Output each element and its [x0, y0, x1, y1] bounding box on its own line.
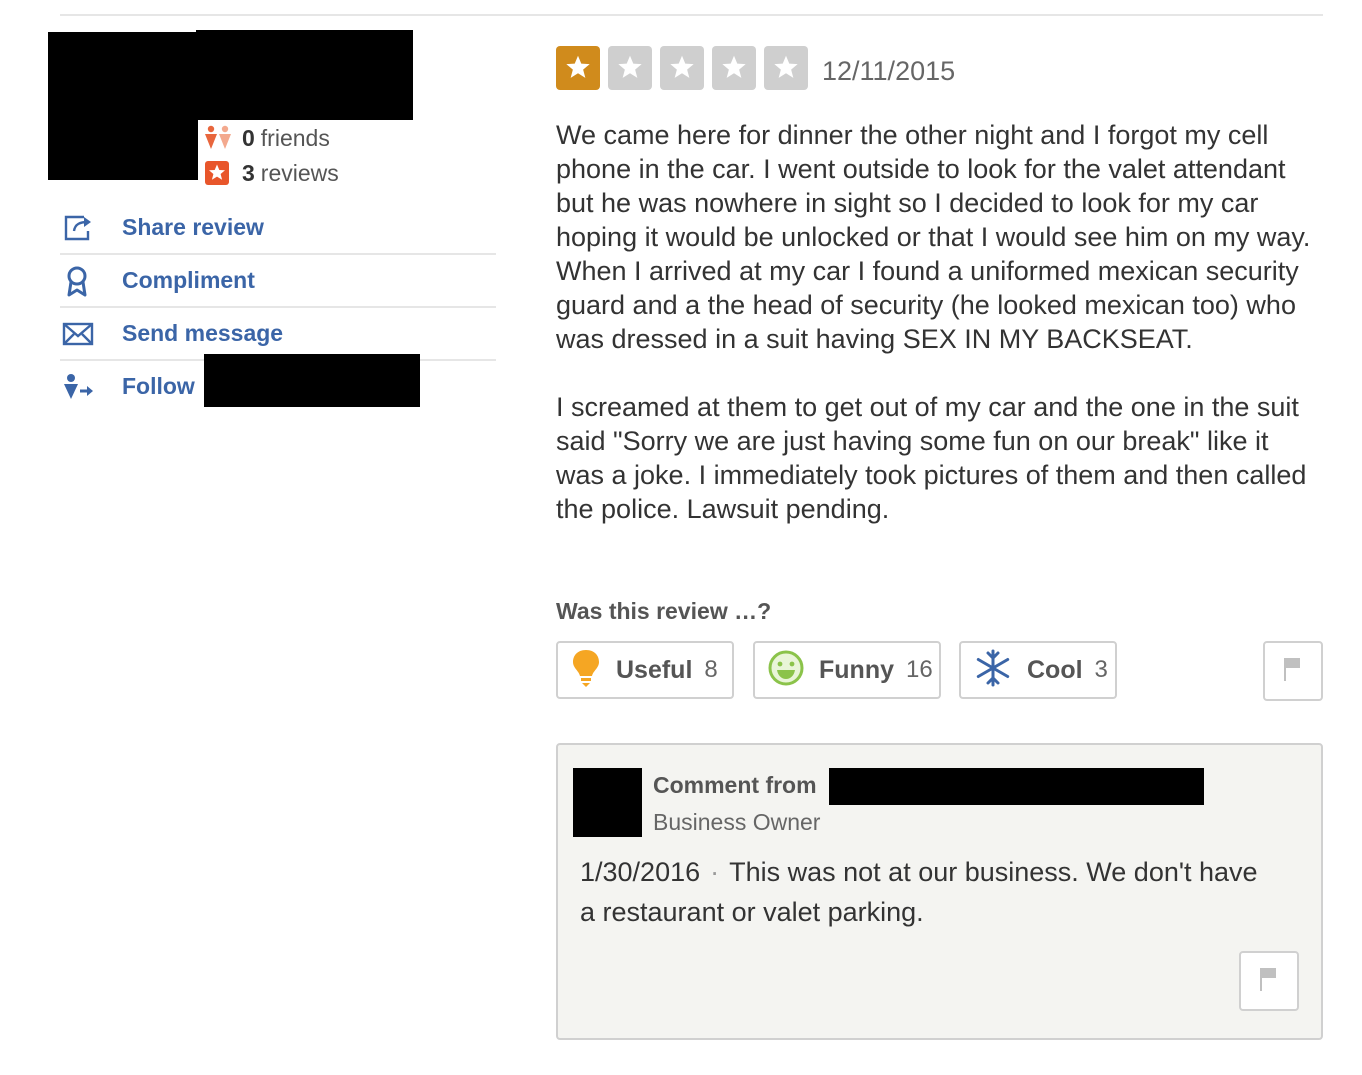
snowflake-icon — [973, 648, 1013, 693]
cool-label: Cool — [1027, 655, 1083, 684]
redacted-avatar — [48, 32, 198, 180]
cool-button[interactable]: Cool 3 — [959, 641, 1117, 699]
comment-text-block: 1/30/2016 · This was not at our business. … — [580, 852, 1280, 932]
star-rating — [556, 46, 808, 90]
flag-review-button[interactable] — [1263, 641, 1323, 701]
review-paragraph: I screamed at them to get out of my car … — [556, 392, 1307, 524]
useful-label: Useful — [616, 655, 693, 684]
review-date: 12/11/2015 — [822, 56, 956, 86]
comment-from-label: Comment from — [653, 772, 817, 798]
compliment-label[interactable]: Compliment — [122, 267, 255, 294]
useful-count: 8 — [704, 656, 718, 683]
review-star-icon — [204, 159, 234, 187]
follow-user-icon — [60, 373, 122, 401]
lightbulb-icon — [570, 648, 602, 693]
friends-label: friends — [260, 124, 330, 151]
redacted-follow-name — [204, 354, 420, 407]
useful-button[interactable]: Useful 8 — [556, 641, 734, 699]
star-filled-icon — [556, 46, 600, 90]
flag-comment-button[interactable] — [1239, 951, 1299, 1011]
redacted-business-name — [829, 768, 1204, 805]
share-review-label[interactable]: Share review — [122, 214, 264, 241]
flag-icon — [1281, 655, 1305, 688]
award-icon — [60, 265, 122, 297]
redacted-username — [196, 30, 413, 120]
reviews-stat: 3 reviews — [204, 159, 339, 187]
reviews-count: 3 — [242, 159, 255, 186]
star-empty-icon — [712, 46, 756, 90]
funny-label: Funny — [819, 655, 894, 684]
envelope-icon — [60, 322, 122, 346]
vote-prompt: Was this review …? — [556, 598, 772, 624]
top-divider — [60, 14, 1323, 16]
funny-button[interactable]: Funny 16 — [753, 641, 941, 699]
flag-icon — [1257, 965, 1281, 998]
friends-count: 0 — [242, 124, 255, 151]
cool-count: 3 — [1094, 656, 1108, 683]
redacted-owner-avatar — [573, 768, 642, 837]
friends-stat: 0 friends — [204, 124, 330, 152]
review-text: We came here for dinner the other night … — [556, 118, 1316, 560]
comment-date: 1/30/2016 — [580, 857, 701, 887]
comment-role: Business Owner — [653, 809, 821, 835]
share-review-action[interactable]: Share review — [60, 202, 496, 255]
follow-label[interactable]: Follow — [122, 373, 195, 400]
smiley-icon — [767, 649, 805, 692]
star-empty-icon — [764, 46, 808, 90]
comment-separator: · — [710, 857, 720, 887]
reviews-label: reviews — [260, 159, 339, 186]
friends-icon — [204, 124, 234, 152]
review-paragraph: We came here for dinner the other night … — [556, 120, 1311, 354]
share-icon — [60, 213, 122, 243]
send-message-label[interactable]: Send message — [122, 320, 283, 347]
compliment-action[interactable]: Compliment — [60, 255, 496, 308]
star-empty-icon — [660, 46, 704, 90]
funny-count: 16 — [906, 656, 933, 683]
star-empty-icon — [608, 46, 652, 90]
